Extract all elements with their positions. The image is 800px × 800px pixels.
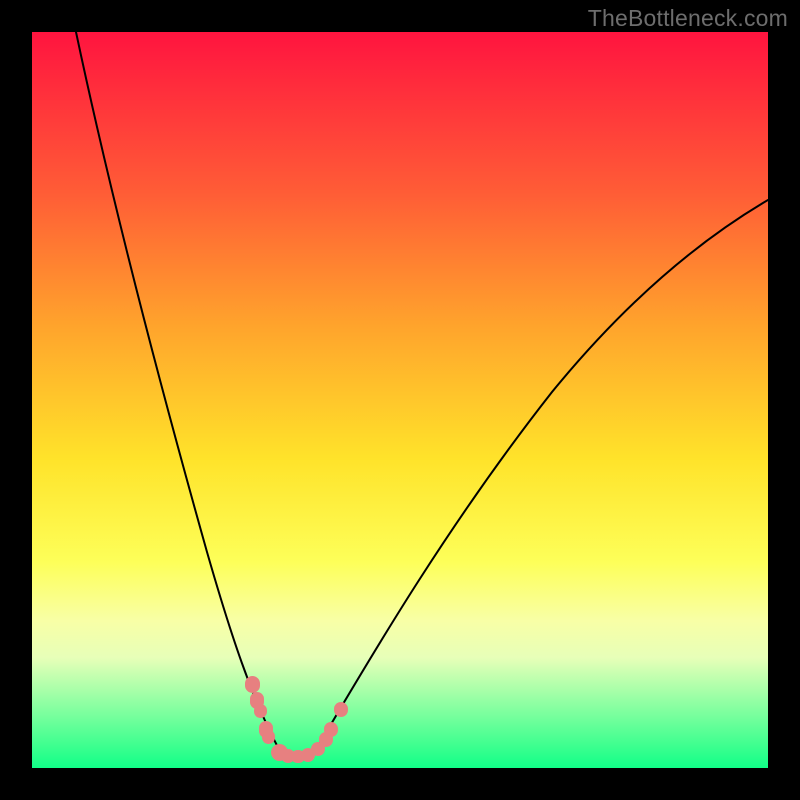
marker-dot bbox=[324, 722, 338, 737]
watermark-text: TheBottleneck.com bbox=[588, 5, 788, 32]
marker-dot bbox=[334, 702, 348, 717]
chart-frame: TheBottleneck.com bbox=[0, 0, 800, 800]
marker-dot bbox=[262, 730, 275, 744]
chart-plot-area bbox=[32, 32, 768, 768]
bottleneck-curve bbox=[32, 32, 768, 768]
curve-left-branch bbox=[76, 32, 281, 753]
curve-right-branch bbox=[314, 200, 768, 753]
marker-dot bbox=[245, 676, 260, 693]
marker-dot bbox=[254, 704, 267, 718]
